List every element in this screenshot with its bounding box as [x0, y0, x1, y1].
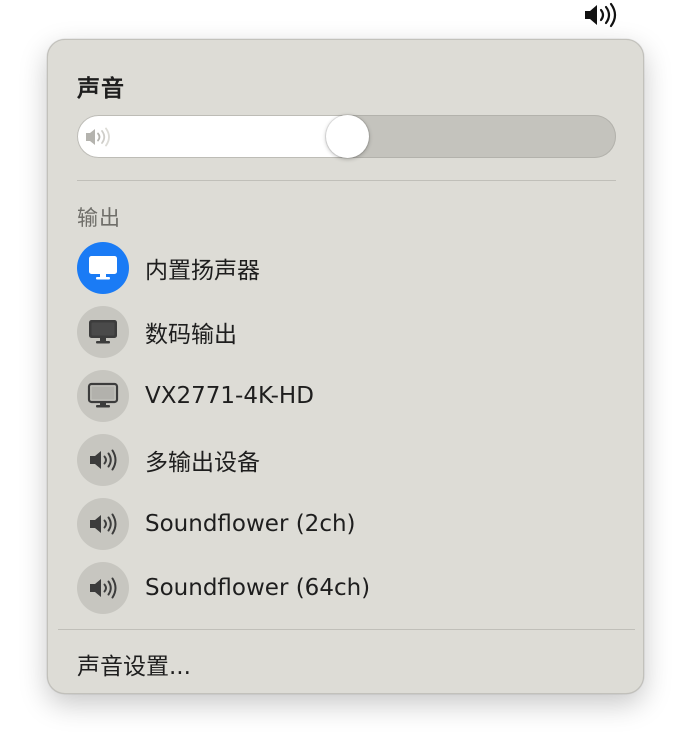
monitor-icon — [89, 320, 117, 344]
divider — [77, 180, 616, 181]
speaker-icon — [90, 513, 117, 535]
device-name: 内置扬声器 — [145, 258, 260, 284]
speaker-wave-icon — [585, 2, 617, 28]
divider — [58, 629, 635, 630]
device-name: 多输出设备 — [145, 450, 260, 476]
output-device-multi-output[interactable]: 多输出设备 — [77, 434, 616, 486]
device-icon-circle — [77, 370, 129, 422]
speaker-low-icon — [86, 127, 110, 147]
sound-settings-link[interactable]: 声音设置... — [77, 647, 191, 681]
speaker-icon — [90, 449, 117, 471]
menubar-sound-icon[interactable] — [578, 0, 624, 30]
monitor-icon — [87, 382, 119, 408]
device-name: Soundflower (64ch) — [145, 575, 371, 601]
output-device-soundflower-2ch[interactable]: Soundflower (2ch) — [77, 498, 616, 550]
monitor-icon — [89, 256, 117, 280]
volume-slider-knob[interactable] — [325, 115, 369, 158]
volume-slider[interactable] — [77, 115, 616, 158]
speaker-icon — [90, 577, 117, 599]
output-section-label: 输出 — [77, 206, 121, 230]
device-icon-circle — [77, 434, 129, 486]
device-name: Soundflower (2ch) — [145, 511, 356, 537]
device-icon-circle — [77, 498, 129, 550]
panel-title: 声音 — [77, 76, 125, 102]
output-device-digital-output[interactable]: 数码输出 — [77, 306, 616, 358]
sound-panel: 声音 输出 内置扬声器 数码输出 VX2771-4K-HD 多输出设备 Soun… — [47, 39, 644, 694]
output-device-vx2771[interactable]: VX2771-4K-HD — [77, 370, 616, 422]
output-device-soundflower-64ch[interactable]: Soundflower (64ch) — [77, 562, 616, 614]
volume-slider-fill — [77, 115, 368, 158]
output-device-built-in-speaker[interactable]: 内置扬声器 — [77, 242, 616, 294]
device-name: 数码输出 — [145, 322, 237, 348]
device-name: VX2771-4K-HD — [145, 383, 314, 409]
device-icon-circle — [77, 306, 129, 358]
device-icon-circle — [77, 562, 129, 614]
device-icon-circle — [77, 242, 129, 294]
